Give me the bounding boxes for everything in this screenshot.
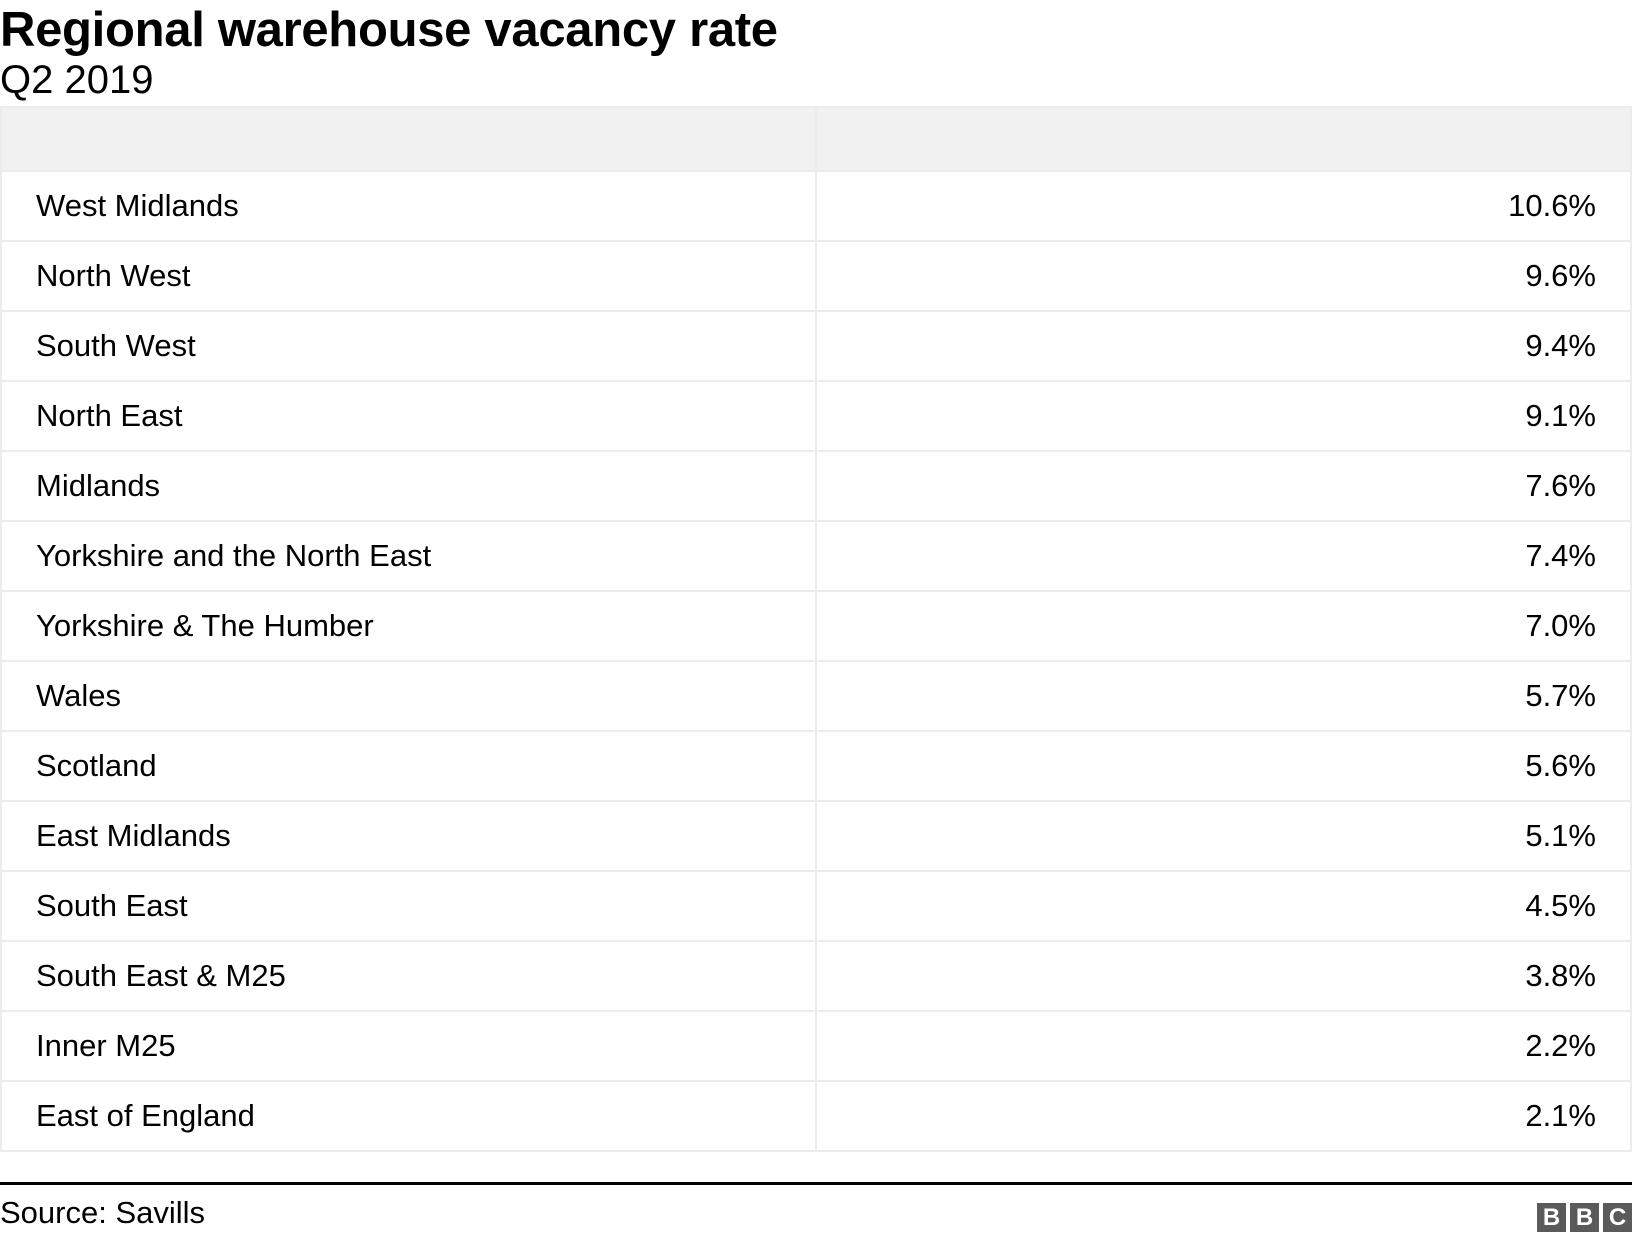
table-row: East of England 2.1% [0,1080,1632,1152]
vacancy-table: West Midlands 10.6% North West 9.6% South We… [0,106,1632,1152]
table-body: West Midlands 10.6% North West 9.6% South We… [0,170,1632,1152]
vacancy-rate-value: 7.4% [815,520,1632,592]
bbc-logo-letter: C [1603,1203,1632,1232]
region-label: Yorkshire and the North East [0,520,817,592]
region-label: West Midlands [0,170,817,242]
bbc-logo: B B C [1537,1203,1632,1232]
region-label: Yorkshire & The Humber [0,590,817,662]
vacancy-rate-value: 3.8% [815,940,1632,1012]
region-label: North West [0,240,817,312]
vacancy-rate-value: 5.7% [815,660,1632,732]
vacancy-rate-value: 9.6% [815,240,1632,312]
vacancy-rate-value: 7.6% [815,450,1632,522]
table-row: Midlands 7.6% [0,450,1632,522]
header-cell-value [815,106,1632,172]
table-row: Scotland 5.6% [0,730,1632,802]
vacancy-rate-value: 10.6% [815,170,1632,242]
vacancy-rate-value: 4.5% [815,870,1632,942]
bbc-logo-letter: B [1537,1203,1566,1232]
footer-divider [0,1182,1632,1185]
vacancy-rate-value: 2.2% [815,1010,1632,1082]
vacancy-rate-value: 5.1% [815,800,1632,872]
chart-title: Regional warehouse vacancy rate [0,3,778,57]
region-label: North East [0,380,817,452]
region-label: South West [0,310,817,382]
table-row: Yorkshire & The Humber 7.0% [0,590,1632,662]
vacancy-rate-value: 9.1% [815,380,1632,452]
table-row: North West 9.6% [0,240,1632,312]
region-label: Wales [0,660,817,732]
region-label: South East [0,870,817,942]
table-row: South West 9.4% [0,310,1632,382]
region-label: East Midlands [0,800,817,872]
vacancy-rate-value: 9.4% [815,310,1632,382]
region-label: Midlands [0,450,817,522]
bbc-logo-letter: B [1570,1203,1599,1232]
table-row: West Midlands 10.6% [0,170,1632,242]
table-row: Wales 5.7% [0,660,1632,732]
region-label: Inner M25 [0,1010,817,1082]
table-row: East Midlands 5.1% [0,800,1632,872]
region-label: South East & M25 [0,940,817,1012]
table-header-row [0,106,1632,172]
source-note: Source: Savills [0,1195,206,1230]
table-row: South East & M25 3.8% [0,940,1632,1012]
vacancy-rate-value: 2.1% [815,1080,1632,1152]
vacancy-rate-value: 7.0% [815,590,1632,662]
chart-subtitle: Q2 2019 [0,58,154,102]
table-row: North East 9.1% [0,380,1632,452]
table-row: South East 4.5% [0,870,1632,942]
region-label: Scotland [0,730,817,802]
header-cell-region [0,106,817,172]
region-label: East of England [0,1080,817,1152]
table-row: Yorkshire and the North East 7.4% [0,520,1632,592]
vacancy-rate-value: 5.6% [815,730,1632,802]
table-row: Inner M25 2.2% [0,1010,1632,1082]
